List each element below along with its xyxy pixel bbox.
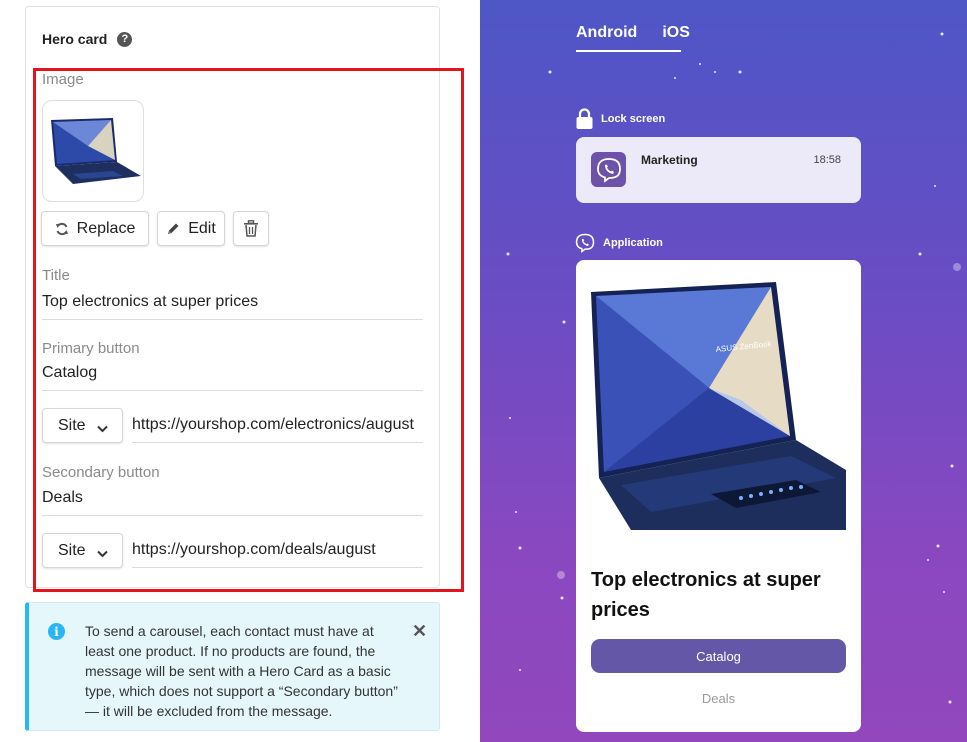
edit-button-label: Edit: [188, 219, 216, 237]
image-label: Image: [42, 71, 84, 88]
pencil-icon: [166, 222, 180, 236]
image-thumbnail[interactable]: [42, 100, 144, 202]
secondary-url-input[interactable]: https://yourshop.com/deals/august: [132, 541, 423, 568]
tab-android[interactable]: Android: [576, 24, 637, 48]
tab-ios[interactable]: iOS: [662, 24, 690, 48]
refresh-icon: [55, 222, 69, 236]
viber-icon: [591, 152, 626, 187]
info-banner-text: To send a carousel, each contact must ha…: [85, 623, 398, 719]
edit-button[interactable]: Edit: [157, 211, 225, 246]
preview-card-title: Top electronics at super prices: [591, 569, 821, 621]
lock-screen-section: Lock screen: [576, 108, 665, 130]
application-section: Application: [575, 233, 663, 253]
notification-title: Marketing: [641, 153, 698, 167]
primary-button-input[interactable]: Catalog: [42, 364, 423, 391]
replace-button-label: Replace: [76, 219, 136, 237]
help-icon[interactable]: ?: [117, 31, 133, 47]
hero-card-preview: ASUS ZenBook Top electronics at super pr…: [576, 260, 861, 732]
chevron-down-icon: [97, 420, 108, 438]
preview-panel: Android iOS Lock screen Marketing 18:58 …: [480, 0, 967, 742]
lock-icon: [576, 108, 593, 130]
tab-underline: [576, 50, 681, 52]
chevron-down-icon: [97, 545, 108, 563]
lock-screen-label: Lock screen: [601, 113, 666, 125]
info-banner: i To send a carousel, each contact must …: [25, 602, 440, 731]
secondary-link-type-value: Site: [58, 541, 86, 559]
platform-tabs: Android iOS: [576, 24, 715, 48]
primary-url-input[interactable]: https://yourshop.com/electronics/august: [132, 416, 423, 443]
title-input[interactable]: Top electronics at super prices: [42, 293, 423, 320]
laptop-thumbnail-image: [51, 118, 141, 184]
editor-panel: Hero card ? Image Replace Edit Title Top…: [0, 0, 480, 742]
preview-secondary-button[interactable]: Deals: [591, 691, 846, 706]
lock-screen-notification: Marketing 18:58: [576, 137, 861, 203]
trash-icon: [243, 220, 259, 237]
notification-time: 18:58: [813, 154, 841, 166]
secondary-button-input[interactable]: Deals: [42, 489, 423, 516]
preview-primary-button[interactable]: Catalog: [591, 639, 846, 673]
title-label: Title: [42, 267, 70, 284]
info-icon: i: [48, 623, 65, 640]
viber-icon: [575, 233, 595, 253]
card-title: Hero card: [42, 31, 108, 47]
delete-button[interactable]: [233, 211, 269, 246]
secondary-button-label: Secondary button: [42, 464, 160, 481]
laptop-preview-image: ASUS ZenBook: [591, 282, 846, 530]
application-label: Application: [603, 237, 663, 249]
close-icon[interactable]: ✕: [412, 622, 427, 640]
card-header: Hero card ?: [42, 31, 133, 47]
primary-link-type-select[interactable]: Site: [42, 408, 123, 443]
primary-link-type-value: Site: [58, 416, 86, 434]
primary-button-label: Primary button: [42, 340, 140, 357]
secondary-link-type-select[interactable]: Site: [42, 533, 123, 568]
replace-button[interactable]: Replace: [41, 211, 149, 246]
